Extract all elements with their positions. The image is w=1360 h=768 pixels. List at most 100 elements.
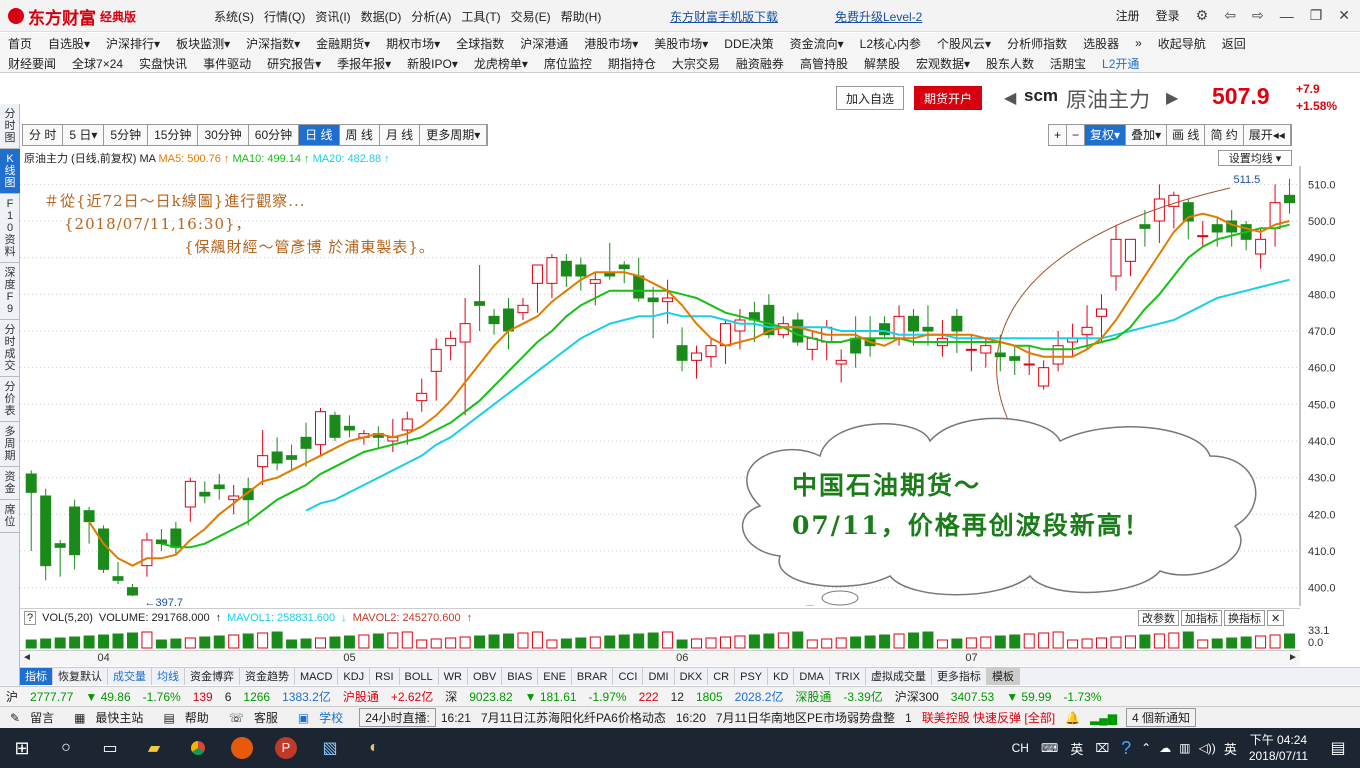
nav-item-15[interactable]: 分析师指数 xyxy=(999,35,1075,52)
chrome-icon[interactable] xyxy=(176,728,220,768)
file-explorer-icon[interactable]: ▰ xyxy=(132,728,176,768)
nav-item-10[interactable]: 美股市场▾ xyxy=(646,35,716,52)
indicator-tab-24[interactable]: 更多指标 xyxy=(932,668,987,685)
message-button[interactable]: ✎ 留言 xyxy=(0,709,64,726)
indicator-tab-19[interactable]: PSY xyxy=(735,668,769,685)
indicator-tab-16[interactable]: DMI xyxy=(643,668,675,685)
notification-badge[interactable]: 4 個新通知 xyxy=(1125,708,1196,727)
left-tab-6[interactable]: 多周期 xyxy=(0,422,20,467)
live-label[interactable]: 24小时直播: xyxy=(359,708,436,727)
indicator-tab-11[interactable]: OBV xyxy=(468,668,503,685)
lang-indicator[interactable]: CH xyxy=(1006,741,1035,755)
register-link[interactable]: 注册 xyxy=(1116,7,1140,24)
help-button[interactable]: ▤ 帮助 xyxy=(153,709,218,726)
set-ma-button[interactable]: 设置均线 ▾ xyxy=(1218,150,1292,166)
nav2-item-8[interactable]: 席位监控 xyxy=(536,55,600,72)
nav2-item-13[interactable]: 解禁股 xyxy=(856,55,908,72)
period-8[interactable]: 月 线 xyxy=(379,125,421,145)
search-icon[interactable]: ○ xyxy=(44,728,88,768)
nav2-item-0[interactable]: 财经要闻 xyxy=(0,55,64,72)
nav-item-4[interactable]: 沪深指数▾ xyxy=(238,35,308,52)
login-link[interactable]: 登录 xyxy=(1156,7,1180,24)
menu-item-2[interactable]: 资讯(I) xyxy=(315,8,350,25)
indicator-tab-23[interactable]: 虚拟成交量 xyxy=(866,668,932,685)
control-3[interactable]: 叠加▾ xyxy=(1126,125,1168,145)
indicator-tab-12[interactable]: BIAS xyxy=(502,668,539,685)
hgt-label[interactable]: 沪股通 xyxy=(337,688,385,705)
indicator-tab-2[interactable]: 成交量 xyxy=(108,668,152,685)
menu-item-7[interactable]: 帮助(H) xyxy=(561,8,602,25)
service-button[interactable]: ☏ 客服 xyxy=(219,709,288,726)
nav2-item-5[interactable]: 季报年报▾ xyxy=(329,55,399,72)
control-1[interactable]: − xyxy=(1067,125,1086,145)
action-center-icon[interactable]: ▤ xyxy=(1316,728,1360,768)
control-4[interactable]: 画 线 xyxy=(1167,125,1206,145)
indicator-tab-15[interactable]: CCI xyxy=(613,668,644,685)
scroll-right-icon[interactable]: ► xyxy=(1288,652,1298,663)
nav-item-6[interactable]: 期权市场▾ xyxy=(378,35,448,52)
left-tab-4[interactable]: 分时成交 xyxy=(0,320,20,377)
menu-item-5[interactable]: 工具(T) xyxy=(461,8,500,25)
nav-item-16[interactable]: 选股器 xyxy=(1075,35,1127,52)
nav-item-14[interactable]: 个股风云▾ xyxy=(929,35,999,52)
nav2-item-12[interactable]: 高管持股 xyxy=(792,55,856,72)
school-button[interactable]: ▣ 学校 xyxy=(288,709,353,726)
nav-item-3[interactable]: 板块监测▾ xyxy=(168,35,238,52)
help-tray-icon[interactable]: ? xyxy=(1115,738,1137,759)
control-6[interactable]: 展开◂◂ xyxy=(1243,125,1291,145)
indicator-tab-5[interactable]: 资金趋势 xyxy=(240,668,295,685)
period-5[interactable]: 60分钟 xyxy=(248,125,300,145)
back-icon[interactable]: ⇦ xyxy=(1224,7,1236,24)
period-9[interactable]: 更多周期▾ xyxy=(420,125,488,145)
ime-indicator-2[interactable]: 英 xyxy=(1220,739,1241,758)
indicator-tab-6[interactable]: MACD xyxy=(295,668,339,685)
nav2-item-16[interactable]: 活期宝 xyxy=(1042,55,1094,72)
left-tab-1[interactable]: K线图 xyxy=(0,149,20,194)
edit-params-button[interactable]: 改参数 xyxy=(1138,610,1179,626)
nav2-item-10[interactable]: 大宗交易 xyxy=(664,55,728,72)
nav2-item-7[interactable]: 龙虎榜单▾ xyxy=(466,55,536,72)
left-tab-2[interactable]: F10资料 xyxy=(0,194,20,263)
nav2-item-2[interactable]: 实盘快讯 xyxy=(131,55,195,72)
task-view-icon[interactable]: ▭ xyxy=(88,728,132,768)
indicator-tab-4[interactable]: 资金博弈 xyxy=(185,668,240,685)
scroll-left-icon[interactable]: ◄ xyxy=(22,652,32,663)
minimize-icon[interactable]: — xyxy=(1280,8,1294,24)
nav2-item-1[interactable]: 全球7×24 xyxy=(64,55,131,72)
period-2[interactable]: 5分钟 xyxy=(104,125,149,145)
menu-item-4[interactable]: 分析(A) xyxy=(411,8,451,25)
sgt-label[interactable]: 深股通 xyxy=(789,688,837,705)
menu-item-3[interactable]: 数据(D) xyxy=(361,8,402,25)
period-6[interactable]: 日 线 xyxy=(299,125,340,145)
control-0[interactable]: + xyxy=(1049,125,1068,145)
nav2-item-4[interactable]: 研究报告▾ xyxy=(259,55,329,72)
hs300-label[interactable]: 沪深300 xyxy=(889,688,945,705)
close-panel-button[interactable]: ✕ xyxy=(1267,610,1285,626)
cloud-tray-icon[interactable]: ☁ xyxy=(1155,741,1175,755)
level2-upgrade-link[interactable]: 免费升级Level-2 xyxy=(835,8,922,25)
forward-icon[interactable]: ⇨ xyxy=(1252,7,1264,24)
nav2-item-14[interactable]: 宏观数据▾ xyxy=(908,55,978,72)
period-3[interactable]: 15分钟 xyxy=(148,125,199,145)
nav-item-0[interactable]: 首页 xyxy=(0,35,40,52)
nav-item-5[interactable]: 金融期货▾ xyxy=(308,35,378,52)
indicator-tab-25[interactable]: 模板 xyxy=(986,668,1020,685)
control-2[interactable]: 复权▾ xyxy=(1085,125,1127,145)
period-4[interactable]: 30分钟 xyxy=(198,125,249,145)
nav2-item-3[interactable]: 事件驱动 xyxy=(195,55,259,72)
sz-label[interactable]: 深 xyxy=(439,688,463,705)
nav2-item-11[interactable]: 融资融券 xyxy=(728,55,792,72)
stock-alert[interactable]: 联美控股 快速反弹 [全部] xyxy=(917,709,1060,726)
nav2-item-9[interactable]: 期指持仓 xyxy=(600,55,664,72)
news-item-1[interactable]: 7月11日江苏海阳化纤PA6价格动态 xyxy=(476,709,671,726)
help-icon[interactable]: ? xyxy=(24,610,37,625)
nav-item-12[interactable]: 资金流向▾ xyxy=(782,35,852,52)
control-5[interactable]: 简 约 xyxy=(1205,125,1244,145)
left-tab-7[interactable]: 资金 xyxy=(0,467,20,500)
left-tab-8[interactable]: 席位 xyxy=(0,500,20,533)
menu-item-0[interactable]: 系统(S) xyxy=(214,8,254,25)
volume-icon[interactable]: ◁)) xyxy=(1195,741,1220,755)
indicator-tab-0[interactable]: 指标 xyxy=(20,668,53,685)
network-icon[interactable]: ▥ xyxy=(1175,741,1194,755)
nav-item-8[interactable]: 沪深港通 xyxy=(512,35,576,52)
